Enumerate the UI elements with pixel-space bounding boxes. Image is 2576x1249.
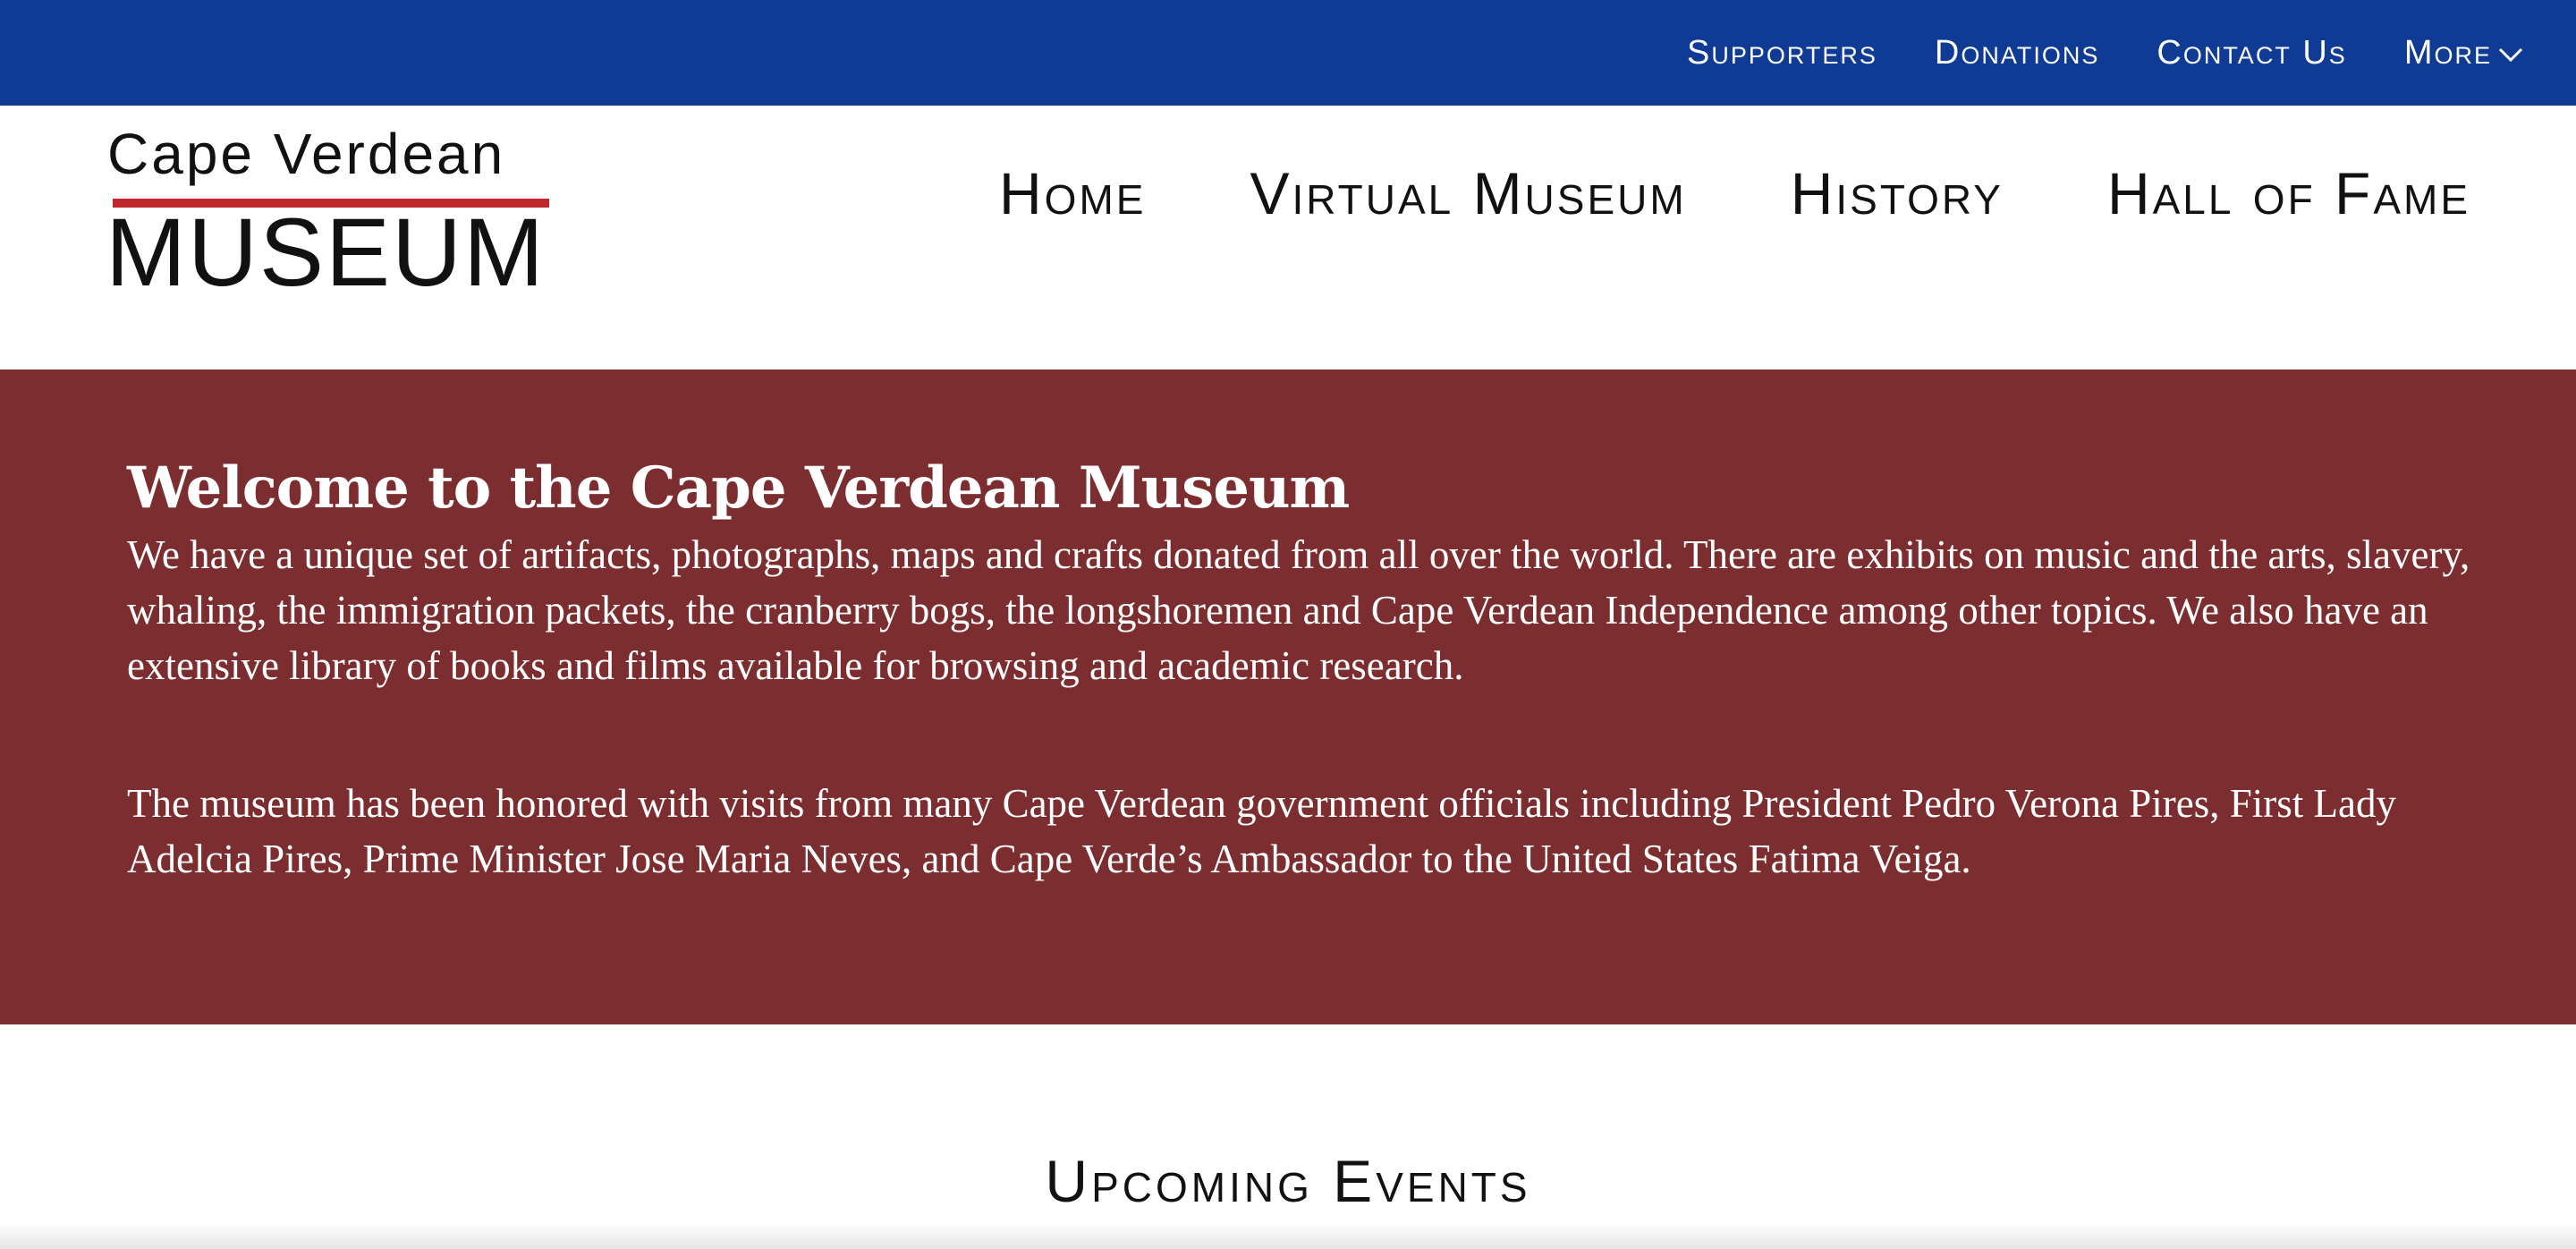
main-nav-home-link[interactable]: Home bbox=[999, 159, 1146, 227]
top-nav-contact-us-link[interactable]: Contact Us bbox=[2157, 34, 2346, 72]
main-nav-history-link[interactable]: History bbox=[1791, 159, 2004, 227]
main-nav-virtual-museum-link[interactable]: Virtual Museum bbox=[1250, 159, 1686, 227]
site-header: Cape Verdean MUSEUM Home Virtual Museum … bbox=[0, 106, 2576, 370]
logo-line1: Cape Verdean bbox=[107, 122, 506, 186]
welcome-content: Welcome to the Cape Verdean Museum We ha… bbox=[127, 455, 2470, 887]
top-nav-more-dropdown[interactable]: More bbox=[2404, 34, 2524, 72]
top-nav-more-label: More bbox=[2403, 33, 2492, 72]
main-nav-hall-of-fame-link[interactable]: Hall of Fame bbox=[2107, 159, 2470, 227]
top-nav: Supporters Donations Contact Us More bbox=[1687, 0, 2524, 106]
top-nav-contact-us-label: Contact Us bbox=[2157, 33, 2347, 72]
welcome-title: Welcome to the Cape Verdean Museum bbox=[127, 455, 1350, 522]
section-shadow bbox=[0, 1222, 2576, 1249]
upcoming-events-heading: Upcoming Events bbox=[1045, 1148, 1531, 1214]
top-nav-supporters-link[interactable]: Supporters bbox=[1687, 34, 1877, 72]
site-logo[interactable]: Cape Verdean MUSEUM bbox=[106, 122, 562, 301]
welcome-paragraph-1: We have a unique set of artifacts, photo… bbox=[127, 532, 2470, 689]
logo-line2: MUSEUM bbox=[106, 198, 546, 306]
top-nav-donations-label: Donations bbox=[1934, 33, 2100, 72]
welcome-paragraph-2: The museum has been honored with visits … bbox=[127, 781, 2397, 882]
top-nav-supporters-label: Supporters bbox=[1687, 33, 1877, 72]
top-utility-bar: Supporters Donations Contact Us More bbox=[0, 0, 2576, 106]
top-nav-donations-link[interactable]: Donations bbox=[1935, 34, 2099, 72]
welcome-section: Welcome to the Cape Verdean Museum We ha… bbox=[0, 370, 2576, 1024]
chevron-down-icon bbox=[2497, 34, 2524, 72]
main-nav: Home Virtual Museum History Hall of Fame bbox=[999, 159, 2470, 227]
